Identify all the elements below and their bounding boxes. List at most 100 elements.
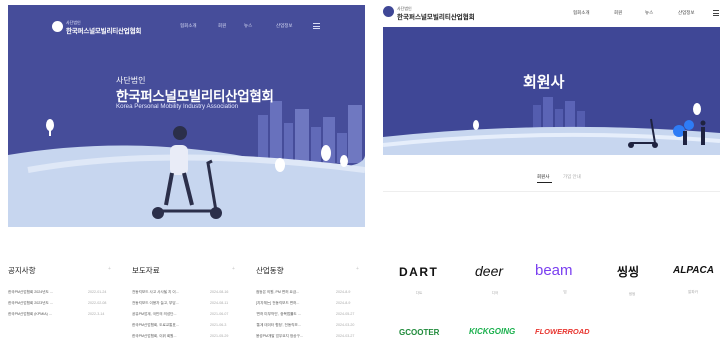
person-shape	[700, 120, 706, 126]
tree-shape	[321, 145, 331, 161]
list-item[interactable]: 한국PM산업협회 (KPMIA) ...	[8, 312, 52, 317]
tree-shape	[340, 155, 348, 167]
logo-text[interactable]: 한국퍼스널모빌리티산업협회	[397, 11, 475, 21]
list-item[interactable]: 용성PM개발 업무요지 정상구...	[256, 334, 303, 339]
building-shape	[577, 111, 585, 129]
building-shape	[565, 101, 575, 129]
nav-item-industry[interactable]: 산업정보	[678, 10, 695, 16]
member-logo-flowerroad: FLOWERROAD	[535, 327, 590, 336]
member-grid: DART 다트 deer 디어 beam 빔 씽씽 씽씽 ALPACA 알파카 …	[383, 260, 720, 340]
list-item[interactable]: 한국PM산업협회, 도로교통표...	[132, 323, 179, 328]
building-shape	[555, 109, 563, 129]
list-item[interactable]: 한국PM산업협회, 이위 회원...	[132, 334, 176, 339]
tree-shape	[473, 120, 479, 130]
scooter-wheel	[152, 207, 164, 219]
member-caption: 알파카	[688, 290, 698, 294]
building-shape	[543, 97, 553, 129]
list-item[interactable]: 공유PM업계, 국민의 의성단...	[132, 312, 176, 317]
building-shape	[258, 115, 268, 163]
more-button[interactable]: +	[108, 266, 111, 272]
nav-item-about[interactable]: 협회소개	[573, 10, 590, 16]
list-date: 2024-08-16	[210, 290, 229, 294]
member-card[interactable]: DART 다트	[399, 265, 457, 296]
tree-shape	[49, 130, 51, 136]
list-date: 2024-05-27	[336, 312, 355, 316]
list-date: 2022-3-14	[88, 312, 105, 316]
members-page: 사단법인 한국퍼스널모빌리티산업협회 협회소개 회원 뉴스 산업정보 회원사 회…	[383, 0, 720, 347]
member-card[interactable]: KICKGOING	[469, 327, 529, 336]
building-shape	[284, 123, 293, 163]
member-logo-alpaca: ALPACA	[673, 265, 714, 276]
member-logo-beam: beam	[535, 262, 573, 279]
list-date: 2024-8-9	[336, 301, 351, 305]
page-banner: 회원사	[383, 27, 720, 155]
member-card[interactable]: ALPACA 알파카	[673, 265, 720, 295]
nav-item-news[interactable]: 뉴스	[244, 23, 252, 29]
member-logo-gcooter: GCOOTER	[399, 328, 440, 337]
list-item[interactable]: 한국PM산업협회 2024년도 ...	[8, 290, 53, 295]
list-item[interactable]: 전동킥보드 이용자 늘고, 부담...	[132, 301, 179, 306]
member-logo-deer: deer	[475, 263, 504, 279]
nav-item-industry[interactable]: 산업정보	[276, 23, 293, 29]
hero-illustration	[8, 101, 365, 227]
hero-title: 한국퍼스널모빌리티산업협회	[116, 89, 274, 104]
nav-item-news[interactable]: 뉴스	[645, 10, 653, 16]
page-title: 회원사	[523, 74, 565, 91]
more-button[interactable]: +	[232, 266, 235, 272]
balloon-shape	[684, 120, 694, 130]
member-card[interactable]: beam 빔	[535, 262, 603, 295]
list-date: 2021-06-07	[210, 312, 229, 316]
tab-bar: 회원사 가입 안내	[383, 172, 720, 186]
logo-text[interactable]: 한국퍼스널모빌리티산업협회	[66, 25, 141, 35]
section-title: 보도자료	[132, 266, 160, 275]
list-item[interactable]: 점등은 의원, PM 면허 요금...	[256, 290, 299, 295]
nav-item-about[interactable]: 협회소개	[180, 23, 197, 29]
header: 사단법인 한국퍼스널모빌리티산업협회 협회소개 회원 뉴스 산업정보	[383, 0, 720, 24]
member-card[interactable]: deer 디어	[475, 263, 533, 296]
list-date: 2022-02-08	[88, 301, 107, 305]
nav-item-members[interactable]: 회원	[614, 10, 622, 16]
building-shape	[270, 101, 282, 163]
section-title: 공지사항	[8, 266, 36, 275]
person-shape	[701, 127, 705, 145]
list-item[interactable]: [지자체는] 전동킥보드 면허...	[256, 301, 299, 306]
section-title: 산업동향	[256, 266, 284, 275]
list-date: 2021-05-29	[210, 334, 229, 338]
home-page: 사단법인 한국퍼스널모빌리티산업협회 협회소개 회원 뉴스 산업정보 사단법인 …	[8, 0, 365, 347]
tab-members[interactable]: 회원사	[537, 174, 549, 180]
list-item[interactable]: '면허 미부착인', 중복법률도 ...	[256, 312, 301, 317]
list-item[interactable]: 전동킥보드 사고 사사될 지 이...	[132, 290, 179, 295]
list-date: 2024-8-9	[336, 290, 351, 294]
list-date: 2022-01-24	[88, 290, 107, 294]
person-shape	[683, 131, 687, 145]
rider-helmet	[173, 126, 187, 140]
list-date: 2024-03-20	[336, 323, 355, 327]
list-date: 2024-03-27	[336, 334, 355, 338]
member-caption: 디어	[491, 291, 499, 295]
member-card[interactable]: FLOWERROAD	[535, 327, 605, 336]
more-button[interactable]: +	[356, 266, 359, 272]
member-logo-ssingssing: 씽씽	[617, 265, 640, 279]
building-shape	[311, 127, 321, 163]
member-caption: 씽씽	[628, 292, 636, 296]
tab-active-indicator	[537, 182, 552, 183]
building-shape	[533, 105, 541, 129]
member-logo-kickgoing: KICKGOING	[469, 327, 516, 336]
tab-join-guide[interactable]: 가입 안내	[563, 174, 581, 180]
list-item[interactable]: '통계 데이터 협정', 전동킥보...	[256, 323, 301, 328]
nav-item-members[interactable]: 회원	[218, 23, 226, 29]
building-shape	[348, 105, 362, 163]
hero-subtitle: Korea Personal Mobility Industry Associa…	[116, 103, 239, 110]
divider	[383, 191, 720, 192]
menu-icon[interactable]	[713, 10, 719, 16]
list-item[interactable]: 한국PM산업협회 2023년도 ...	[8, 301, 53, 306]
menu-icon[interactable]	[313, 23, 320, 29]
logo-icon[interactable]	[383, 6, 394, 17]
tree-shape	[275, 158, 285, 172]
list-date: 2024-08-11	[210, 301, 229, 305]
member-logo-dart: DART	[399, 265, 439, 279]
member-card[interactable]: 씽씽 씽씽	[617, 263, 657, 297]
member-caption: 빔	[563, 290, 567, 294]
member-card[interactable]: GCOOTER	[399, 328, 459, 337]
logo-icon[interactable]	[52, 21, 63, 32]
